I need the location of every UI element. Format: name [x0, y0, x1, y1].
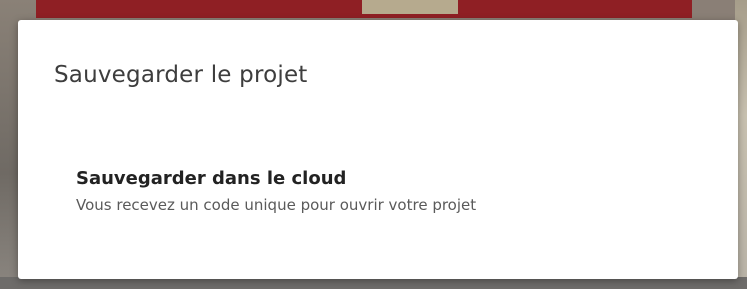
option-description: Vous recevez un code unique pour ouvrir … — [76, 196, 477, 214]
option-title: Sauvegarder dans le cloud — [76, 168, 347, 189]
background-light-strip — [362, 0, 458, 14]
save-project-dialog: Sauvegarder le projet Sauvegarder dans l… — [18, 20, 738, 279]
save-to-cloud-option[interactable]: Sauvegarder dans le cloud Vous recevez u… — [70, 160, 690, 226]
dialog-title: Sauvegarder le projet — [54, 62, 308, 88]
